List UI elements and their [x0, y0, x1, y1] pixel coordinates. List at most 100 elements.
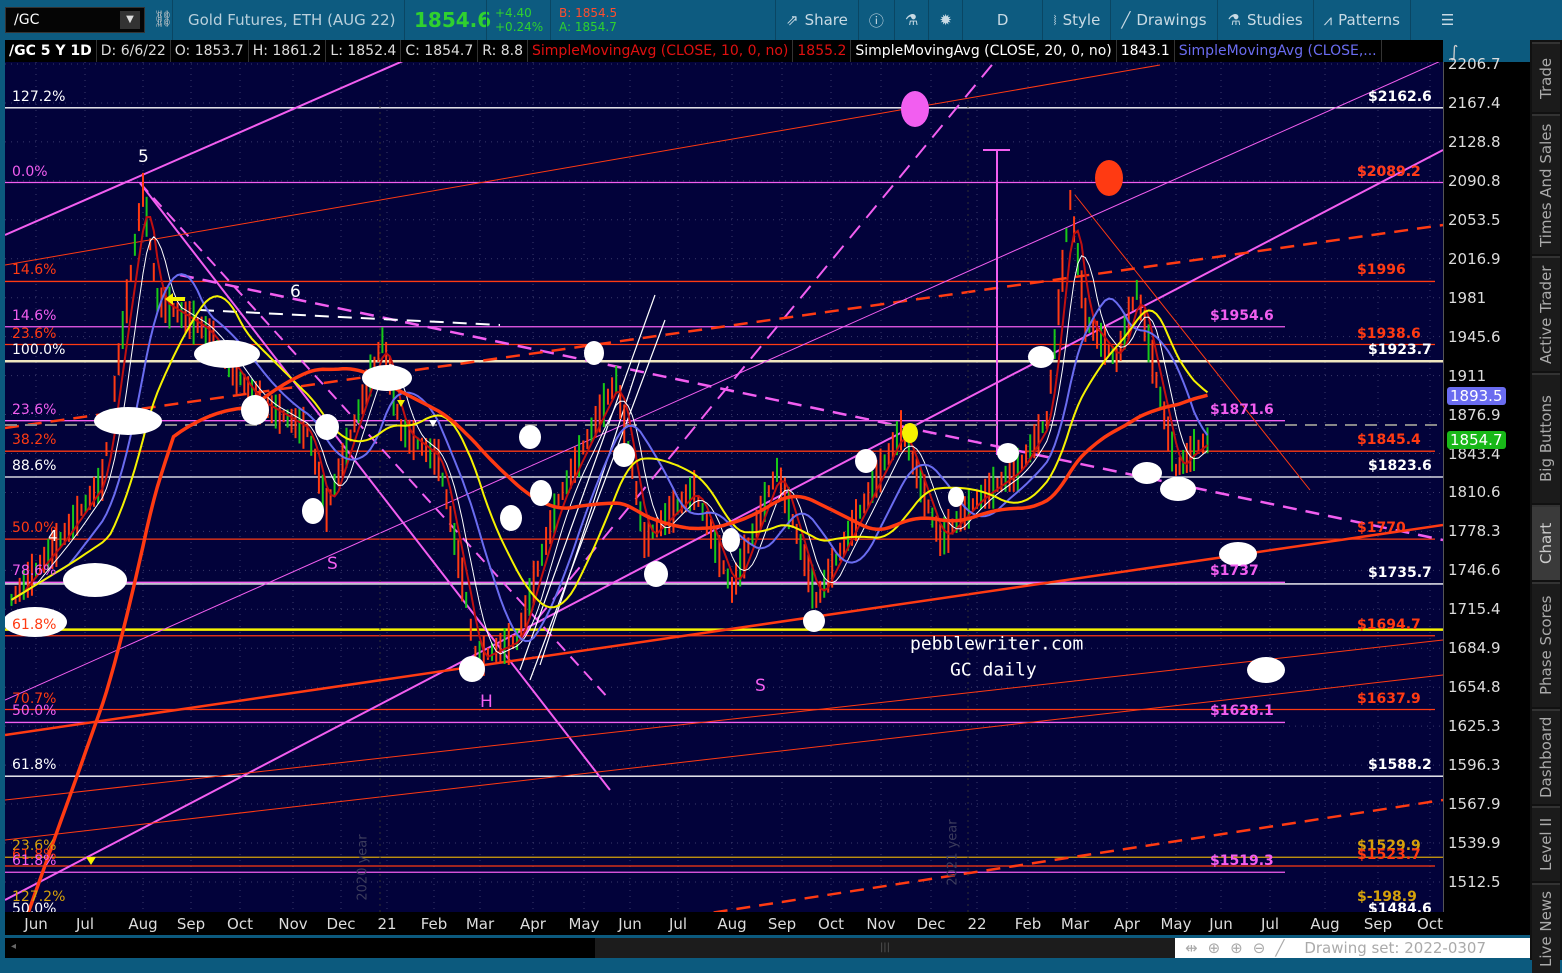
time-tick: Aug	[717, 915, 747, 933]
level-price-label: $1871.6	[1210, 401, 1274, 418]
marker-ellipse	[613, 443, 635, 467]
status-bar: ⇹ ⊕ ⊕ ⊖ ╱ Drawing set: 2022-0307	[1175, 938, 1530, 958]
marker-ellipse	[644, 561, 668, 587]
price-tick: 1810.6	[1448, 483, 1501, 502]
level-price-label: $1938.6	[1357, 325, 1421, 342]
level-price-label: $1823.6	[1368, 458, 1432, 474]
marker-ellipse	[459, 656, 485, 682]
time-tick: Dec	[916, 915, 946, 933]
bar-open: O: 1853.7	[171, 40, 249, 62]
level-price-label: $1954.6	[1210, 307, 1274, 324]
horizontal-scrollbar[interactable]: ◂ |||	[5, 938, 1175, 958]
time-tick: Jun	[618, 915, 642, 933]
level-price-label: $1694.7	[1357, 616, 1421, 633]
scroll-left-icon[interactable]: ◂	[11, 941, 16, 952]
price-tick: 1945.6	[1448, 327, 1501, 346]
price-tick: 1778.3	[1448, 522, 1501, 541]
price-axis[interactable]: 2206.7 2167.4 2128.8 2090.8 2053.5 2016.9 1981…	[1443, 55, 1530, 912]
marker-ellipse	[530, 480, 552, 506]
level-price-label: $1845.4	[1357, 432, 1421, 449]
marker-ellipse	[94, 407, 162, 435]
time-tick: Aug	[128, 915, 158, 933]
time-tick: Nov	[278, 915, 308, 933]
level-price-label: $1523.7	[1357, 847, 1421, 864]
marker-ellipse	[803, 610, 825, 632]
sidebar-tab-level-ii[interactable]: Level II	[1532, 806, 1560, 881]
annotation-wave6: 6	[290, 282, 301, 302]
marker-ellipse	[194, 340, 260, 368]
chart-info-bar: /GC 5 Y 1D D: 6/6/22 O: 1853.7 H: 1861.2…	[5, 40, 1443, 62]
time-tick: Sep	[1363, 915, 1393, 933]
price-tick: 1596.3	[1448, 756, 1501, 775]
annotation-wave5: 5	[138, 147, 149, 167]
marker-ellipse	[1028, 346, 1054, 368]
fib-percent-label: 38.2%	[12, 432, 57, 449]
sidebar-tab-dashboard[interactable]: Dashboard	[1532, 709, 1560, 804]
price-tick: 1715.4	[1448, 600, 1501, 619]
price-tick: 1746.6	[1448, 561, 1501, 580]
drawing-set-label[interactable]: Drawing set: 2022-0307	[1304, 939, 1486, 957]
marker-ellipse-red	[1095, 160, 1123, 196]
time-tick: Jul	[1260, 915, 1280, 933]
level-price-label-2: $2089.2	[1357, 163, 1421, 180]
time-tick: 21	[377, 915, 397, 933]
time-axis[interactable]: Jun Jul Aug Sep Oct Nov Dec 21 Feb Mar Apr May Jun Ju…	[5, 912, 1443, 935]
price-tick: 2016.9	[1448, 249, 1501, 268]
zoom-out-icon[interactable]: ⊖	[1253, 939, 1266, 957]
sma10-label[interactable]: SimpleMovingAvg (CLOSE, 10, 0, no)	[528, 40, 794, 62]
marker-ellipse	[500, 505, 522, 531]
time-tick: Feb	[420, 915, 448, 933]
time-tick: Nov	[866, 915, 896, 933]
sidebar-tab-phase-scores[interactable]: Phase Scores	[1532, 582, 1560, 707]
price-badge-blue: 1893.5	[1447, 386, 1506, 405]
marker-ellipse	[519, 425, 541, 449]
sma10-value: 1855.2	[793, 40, 852, 62]
level-price-label: $1735.7	[1368, 564, 1432, 581]
level-price-label: $1923.7	[1368, 342, 1432, 359]
time-tick: Oct	[227, 915, 253, 933]
fib-percent-label: 23.6%	[12, 401, 57, 418]
price-tick: 2167.4	[1448, 93, 1501, 112]
price-chart[interactable]	[0, 0, 1562, 965]
time-tick: Jul	[75, 915, 95, 933]
marker-ellipse	[722, 528, 740, 552]
level-price-label: $1628.1	[1210, 703, 1274, 720]
fib-percent-label: 0.0%	[12, 163, 48, 180]
marker-ellipse-pink	[901, 91, 929, 127]
level-price-label: $1737	[1210, 563, 1259, 580]
time-tick: Sep	[767, 915, 797, 933]
sidebar-tab-times-and-sales[interactable]: Times And Sales	[1532, 114, 1560, 254]
marker-ellipse	[362, 365, 412, 391]
annotation-h: H	[480, 692, 493, 712]
chart-title: /GC 5 Y 1D	[5, 40, 97, 62]
time-tick: Apr	[1114, 915, 1140, 933]
marker-ellipse	[1247, 657, 1285, 683]
sidebar-tab-big-buttons[interactable]: Big Buttons	[1532, 373, 1560, 503]
draw-line-icon[interactable]: ╱	[1275, 939, 1284, 957]
level-price-label: $1996	[1357, 262, 1406, 279]
zoom-in-icon[interactable]: ⊕	[1230, 939, 1243, 957]
sidebar-tab-live-news[interactable]: Live News	[1532, 883, 1560, 973]
sidebar-tab-active-trader[interactable]: Active Trader	[1532, 256, 1560, 371]
price-tick: 2206.7	[1448, 55, 1501, 73]
price-tick: 1911	[1448, 366, 1487, 385]
price-tick: 1981	[1448, 288, 1487, 307]
annotation-site: pebblewriter.com	[910, 633, 1084, 655]
level-price-label: $2162.6	[1368, 88, 1432, 105]
price-tick: 1567.9	[1448, 795, 1501, 814]
marker-ellipse	[241, 395, 269, 425]
sma20-label[interactable]: SimpleMovingAvg (CLOSE, 20, 0, no)	[851, 40, 1117, 62]
time-tick: Dec	[326, 915, 356, 933]
sidebar-tab-trade[interactable]: Trade	[1532, 42, 1560, 112]
crosshair-icon[interactable]: ⊕	[1208, 939, 1221, 957]
time-tick: Sep	[176, 915, 206, 933]
fib-percent-label: 61.8%	[12, 616, 57, 633]
marker-ellipse	[584, 341, 604, 365]
sma20-value: 1843.1	[1117, 40, 1175, 62]
sma-more-label[interactable]: SimpleMovingAvg (CLOSE,...	[1175, 40, 1382, 62]
sidebar-tab-chart[interactable]: Chart	[1532, 505, 1560, 580]
pan-icon[interactable]: ⇹	[1185, 939, 1198, 957]
price-tick: 2128.8	[1448, 132, 1501, 151]
price-tick: 1512.5	[1448, 872, 1501, 891]
scroll-thumb[interactable]: |||	[595, 938, 1175, 958]
